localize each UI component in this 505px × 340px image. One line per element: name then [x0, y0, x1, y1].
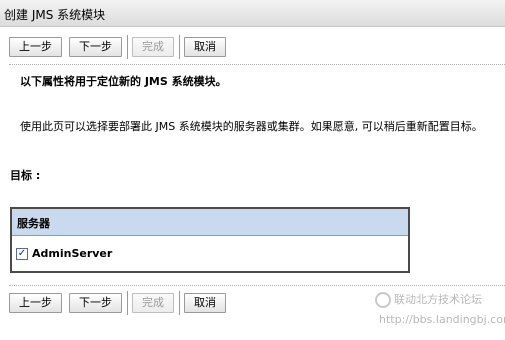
- toolbar-divider: [127, 291, 128, 315]
- window-title: 创建 JMS 系统模块: [0, 0, 505, 27]
- server-checkbox[interactable]: ✓: [16, 247, 28, 260]
- table-row: ✓ AdminServer: [12, 236, 408, 271]
- back-button[interactable]: 上一步: [9, 293, 62, 313]
- toolbar-divider: [179, 291, 180, 315]
- divider: [9, 285, 505, 286]
- watermark-logo-icon: [375, 292, 391, 308]
- section-heading: 以下属性将用于定位新的 JMS 系统模块。: [20, 75, 227, 88]
- divider: [9, 64, 505, 65]
- cancel-button[interactable]: 取消: [184, 293, 226, 313]
- toolbar-divider: [179, 35, 180, 59]
- watermark: 联动北方技术论坛 http://bbs.landingbj.com: [375, 292, 505, 328]
- watermark-text: 联动北方技术论坛: [394, 293, 482, 306]
- targets-label: 目标 :: [10, 169, 41, 182]
- back-button[interactable]: 上一步: [9, 37, 62, 57]
- wizard-toolbar-top: 上一步 下一步 完成 取消: [9, 35, 233, 59]
- finish-button[interactable]: 完成: [132, 37, 174, 57]
- cancel-button[interactable]: 取消: [184, 37, 226, 57]
- toolbar-divider: [127, 35, 128, 59]
- servers-table-header: 服务器: [12, 209, 408, 236]
- next-button[interactable]: 下一步: [69, 293, 122, 313]
- description-text: 使用此页可以选择要部署此 JMS 系统模块的服务器或集群。如果愿意, 可以稍后重…: [20, 120, 483, 133]
- next-button[interactable]: 下一步: [69, 37, 122, 57]
- watermark-url: http://bbs.landingbj.com: [379, 313, 505, 326]
- finish-button[interactable]: 完成: [132, 293, 174, 313]
- servers-table: 服务器 ✓ AdminServer: [10, 207, 410, 273]
- server-name: AdminServer: [32, 247, 113, 260]
- wizard-toolbar-bottom: 上一步 下一步 完成 取消: [9, 291, 233, 315]
